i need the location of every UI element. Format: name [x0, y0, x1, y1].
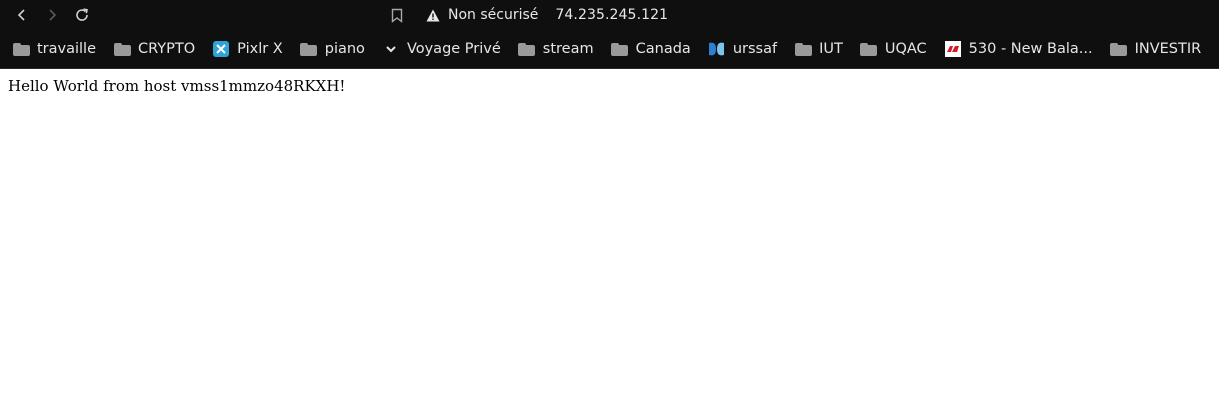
- address-bar[interactable]: Non sécurisé 74.235.245.121: [426, 0, 668, 30]
- bookmark-label: stream: [542, 41, 594, 57]
- pixlr-icon: [212, 41, 230, 57]
- folder-icon: [611, 41, 629, 57]
- forward-arrow-icon[interactable]: [41, 4, 63, 26]
- folder-icon: [1110, 41, 1128, 57]
- bookmark-label: UQAC: [884, 41, 927, 57]
- bookmark-label: Pixlr X: [237, 41, 283, 57]
- bookmark-stream[interactable]: stream: [518, 34, 594, 64]
- warning-icon[interactable]: [426, 7, 442, 23]
- folder-icon: [12, 41, 30, 57]
- bookmark-pixlr-x[interactable]: Pixlr X: [212, 34, 283, 64]
- folder-icon: [794, 41, 812, 57]
- back-arrow-icon[interactable]: [11, 4, 33, 26]
- bookmark-investir[interactable]: INVESTIR: [1110, 34, 1202, 64]
- bookmark-canada[interactable]: Canada: [611, 34, 691, 64]
- folder-icon: [518, 41, 536, 57]
- folder-icon: [860, 41, 878, 57]
- bookmark-label: travaille: [37, 41, 97, 57]
- reload-icon[interactable]: [71, 4, 93, 26]
- bookmark-urssaf[interactable]: urssaf: [708, 34, 777, 64]
- bookmark-label: IUT: [819, 41, 843, 57]
- url-text[interactable]: 74.235.245.121: [555, 7, 668, 23]
- bookmark-label: 530 - New Bala...: [968, 41, 1093, 57]
- bookmark-travaille[interactable]: travaille: [12, 34, 96, 64]
- browser-toolbar: Non sécurisé 74.235.245.121: [0, 0, 1219, 30]
- bookmark-piano[interactable]: piano: [300, 34, 365, 64]
- bookmark-icon[interactable]: [386, 4, 408, 26]
- bookmark-label: piano: [324, 41, 365, 57]
- new-balance-icon: [944, 41, 962, 57]
- security-label[interactable]: Non sécurisé: [448, 7, 538, 23]
- hello-text: Hello World from host vmss1mmzo48RKXH!: [8, 77, 346, 95]
- bookmark-new-balance[interactable]: 530 - New Bala...: [944, 34, 1093, 64]
- bookmark-iut[interactable]: IUT: [794, 34, 843, 64]
- bookmark-label: urssaf: [732, 41, 778, 57]
- bookmarks-bar: travaille CRYPTO Pixlr X piano Voyage Pr…: [0, 30, 1219, 69]
- urssaf-icon: [708, 41, 726, 57]
- bookmark-voyage-prive[interactable]: Voyage Privé: [382, 34, 501, 64]
- chevron-icon: [382, 41, 400, 57]
- bookmark-label: INVESTIR: [1134, 41, 1202, 57]
- bookmark-label: Canada: [635, 41, 691, 57]
- folder-icon: [113, 41, 131, 57]
- folder-icon: [300, 41, 318, 57]
- bookmark-crypto[interactable]: CRYPTO: [113, 34, 195, 64]
- page-content: Hello World from host vmss1mmzo48RKXH!: [0, 69, 1219, 103]
- bookmark-label: CRYPTO: [138, 41, 196, 57]
- bookmark-uqac[interactable]: UQAC: [860, 34, 927, 64]
- bookmark-label: Voyage Privé: [406, 41, 501, 57]
